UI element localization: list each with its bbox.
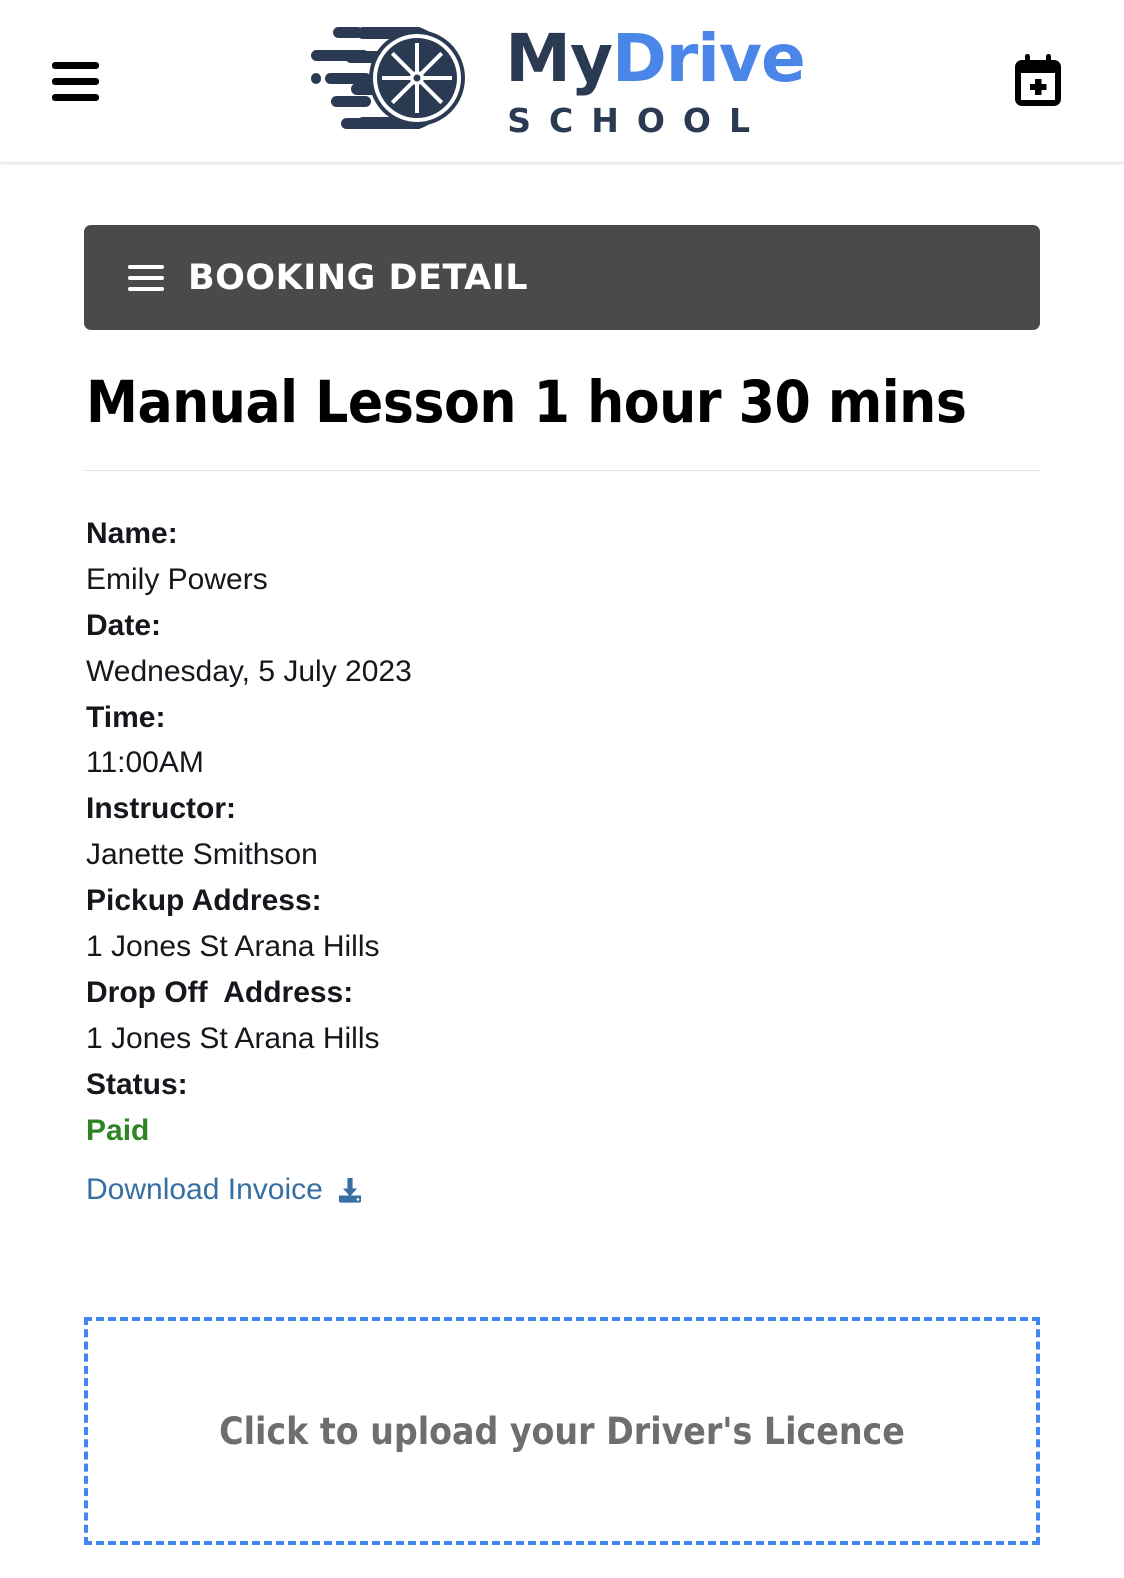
brand-subtitle: SCHOOL bbox=[507, 100, 769, 140]
brand-name-part1: My bbox=[505, 19, 613, 97]
field-status: Status: Paid bbox=[86, 1062, 1040, 1154]
download-icon bbox=[338, 1178, 361, 1204]
field-value: 11:00AM bbox=[86, 746, 204, 780]
field-value: Janette Smithson bbox=[86, 838, 318, 872]
hamburger-bar bbox=[52, 93, 99, 101]
title-divider bbox=[84, 470, 1040, 471]
booking-details-list: Name: Emily Powers Date: Wednesday, 5 Ju… bbox=[84, 511, 1040, 1213]
field-time: Time: 11:00AM bbox=[86, 695, 1040, 787]
field-label: Name: bbox=[86, 517, 178, 550]
field-label: Time: bbox=[86, 700, 166, 734]
calendar-plus-glyph bbox=[1014, 54, 1061, 106]
field-label: Drop Off Address: bbox=[86, 975, 354, 1009]
hamburger-menu-icon[interactable] bbox=[52, 50, 114, 112]
download-invoice-label: Download Invoice bbox=[86, 1173, 323, 1207]
page-title: BOOKING DETAIL bbox=[188, 257, 529, 298]
licence-upload-dropzone[interactable]: Click to upload your Driver's Licence bbox=[84, 1317, 1040, 1546]
hamburger-menu-icon[interactable] bbox=[128, 264, 164, 291]
brand-wordmark: MyDrive SCHOOL bbox=[505, 25, 805, 140]
hamburger-bar bbox=[128, 275, 164, 280]
hamburger-bar bbox=[128, 264, 164, 269]
field-pickup-address: Pickup Address: 1 Jones St Arana Hills bbox=[86, 878, 1040, 970]
lesson-title: Manual Lesson 1 hour 30 mins bbox=[86, 368, 967, 436]
brand-name: MyDrive bbox=[505, 25, 805, 92]
hamburger-bar bbox=[128, 286, 164, 291]
field-name: Name: Emily Powers bbox=[86, 511, 1040, 603]
field-instructor: Instructor: Janette Smithson bbox=[86, 786, 1040, 878]
app-header: MyDrive SCHOOL bbox=[0, 0, 1124, 163]
status-badge: Paid bbox=[86, 1113, 150, 1147]
field-value: Emily Powers bbox=[86, 562, 268, 596]
hamburger-bar bbox=[52, 61, 99, 69]
brand-logo[interactable]: MyDrive SCHOOL bbox=[311, 19, 806, 143]
field-label: Instructor: bbox=[86, 792, 236, 826]
field-date: Date: Wednesday, 5 July 2023 bbox=[86, 603, 1040, 695]
field-value: 1 Jones St Arana Hills bbox=[86, 930, 380, 964]
field-label: Date: bbox=[86, 608, 162, 642]
booking-detail-header-bar[interactable]: BOOKING DETAIL bbox=[84, 225, 1040, 330]
calendar-plus-icon[interactable] bbox=[1008, 51, 1068, 111]
hamburger-bar bbox=[52, 77, 99, 85]
download-invoice-link[interactable]: Download Invoice bbox=[86, 1167, 365, 1213]
field-value: 1 Jones St Arana Hills bbox=[86, 1021, 380, 1055]
brand-name-part2: Drive bbox=[611, 19, 806, 97]
field-dropoff-address: Drop Off Address: 1 Jones St Arana Hills bbox=[86, 970, 1040, 1062]
page-content: BOOKING DETAIL Manual Lesson 1 hour 30 m… bbox=[0, 225, 1124, 1546]
wheel-speed-logo-icon bbox=[311, 27, 466, 129]
field-label: Pickup Address: bbox=[86, 884, 322, 918]
upload-prompt-label: Click to upload your Driver's Licence bbox=[219, 1409, 905, 1453]
field-label: Status: bbox=[86, 1067, 188, 1101]
field-value: Wednesday, 5 July 2023 bbox=[86, 654, 412, 688]
